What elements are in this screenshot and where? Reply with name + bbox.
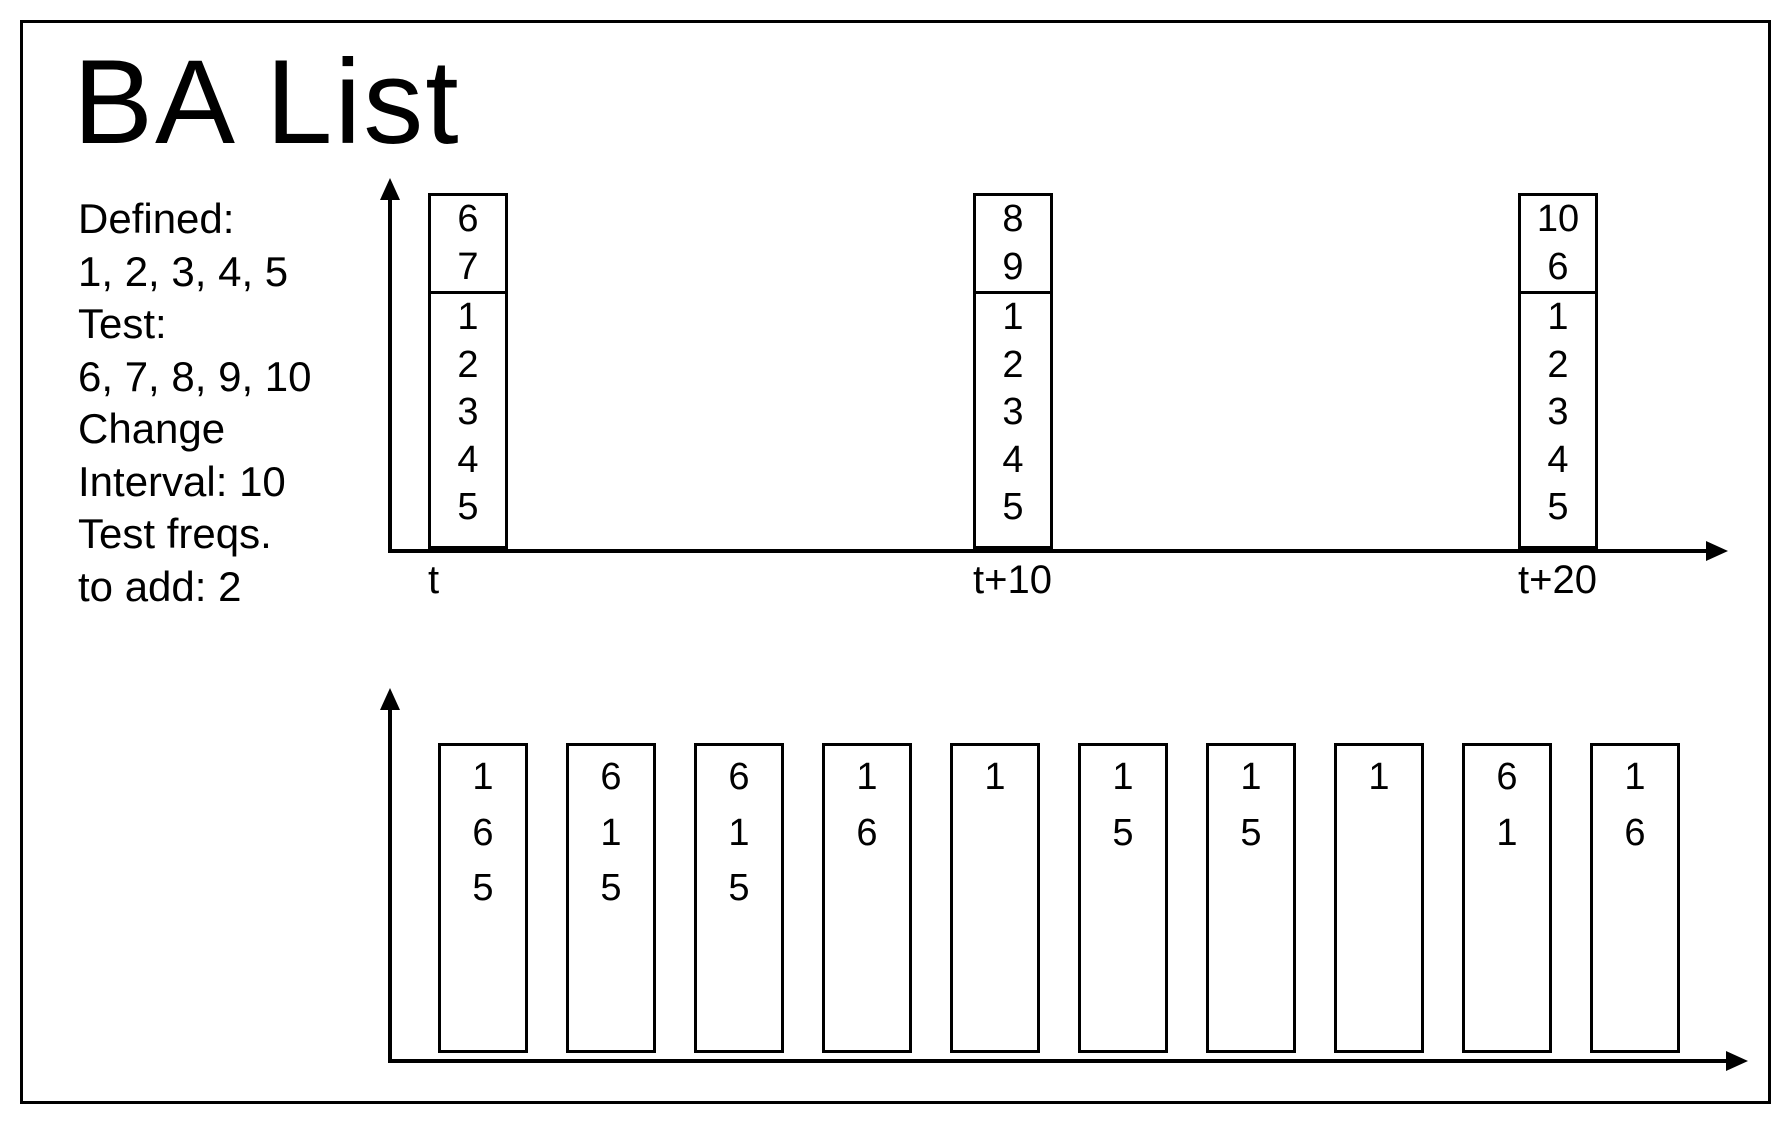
testfreqs-label: Test freqs. bbox=[78, 508, 312, 561]
top-y-arrow-icon bbox=[380, 178, 400, 200]
defined-values: 1, 2, 3, 4, 5 bbox=[78, 246, 312, 299]
bottom-column-6: 15 bbox=[1206, 743, 1296, 1053]
bottom-column-3-cell-0: 1 bbox=[825, 746, 909, 802]
top-column-0-bottom-cell-2: 3 bbox=[431, 389, 505, 437]
bottom-column-9-cell-0: 1 bbox=[1593, 746, 1677, 802]
top-column-2-bottom-cell-4: 5 bbox=[1521, 484, 1595, 532]
top-column-2-top-cell-0: 10 bbox=[1521, 196, 1595, 244]
top-column-1-bottom-cell-3: 4 bbox=[976, 437, 1050, 485]
sidebar-text: Defined: 1, 2, 3, 4, 5 Test: 6, 7, 8, 9,… bbox=[78, 193, 312, 613]
test-values: 6, 7, 8, 9, 10 bbox=[78, 351, 312, 404]
top-xlabel-1: t+10 bbox=[973, 558, 1052, 603]
top-column-0-bottom-cell-4: 5 bbox=[431, 484, 505, 532]
top-column-1-top-cell-1: 9 bbox=[976, 244, 1050, 292]
bottom-column-3-cell-1: 6 bbox=[825, 802, 909, 858]
top-column-1-bottom-cell-2: 3 bbox=[976, 389, 1050, 437]
bottom-chart: 165615615161151516116 bbox=[388, 683, 1738, 1083]
top-chart: 6712345891234510612345 t t+10 t+20 bbox=[388, 183, 1738, 593]
bottom-x-axis bbox=[388, 1059, 1728, 1063]
page-title: BA List bbox=[73, 33, 461, 171]
top-column-1-bottom-cell-0: 1 bbox=[976, 294, 1050, 342]
bottom-column-5-cell-0: 1 bbox=[1081, 746, 1165, 802]
bottom-column-0-cell-2: 5 bbox=[441, 857, 525, 913]
bottom-column-9: 16 bbox=[1590, 743, 1680, 1053]
bottom-column-8: 61 bbox=[1462, 743, 1552, 1053]
bottom-column-1: 615 bbox=[566, 743, 656, 1053]
bottom-column-4-cell-0: 1 bbox=[953, 746, 1037, 802]
top-column-0-top-cell-1: 7 bbox=[431, 244, 505, 292]
bottom-column-1-cell-1: 1 bbox=[569, 802, 653, 858]
top-column-2-bottom-cell-1: 2 bbox=[1521, 342, 1595, 390]
bottom-column-2: 615 bbox=[694, 743, 784, 1053]
bottom-column-2-cell-2: 5 bbox=[697, 857, 781, 913]
toadd-label: to add: 2 bbox=[78, 561, 312, 614]
top-x-axis bbox=[388, 549, 1708, 553]
top-column-0-bottom-cell-3: 4 bbox=[431, 437, 505, 485]
top-y-axis bbox=[388, 193, 392, 553]
bottom-column-6-cell-0: 1 bbox=[1209, 746, 1293, 802]
top-column-2-bottom-cell-2: 3 bbox=[1521, 389, 1595, 437]
top-xlabel-0: t bbox=[428, 558, 439, 603]
top-column-0-bottom-cell-1: 2 bbox=[431, 342, 505, 390]
bottom-column-6-cell-1: 5 bbox=[1209, 802, 1293, 858]
top-column-1-top-cell-0: 8 bbox=[976, 196, 1050, 244]
bottom-column-4: 1 bbox=[950, 743, 1040, 1053]
top-column-1: 8912345 bbox=[973, 193, 1053, 549]
bottom-column-7: 1 bbox=[1334, 743, 1424, 1053]
test-label: Test: bbox=[78, 298, 312, 351]
top-column-0: 6712345 bbox=[428, 193, 508, 549]
bottom-column-8-cell-1: 1 bbox=[1465, 802, 1549, 858]
bottom-x-arrow-icon bbox=[1726, 1051, 1748, 1071]
top-column-0-top-cell-0: 6 bbox=[431, 196, 505, 244]
top-column-1-bottom-cell-4: 5 bbox=[976, 484, 1050, 532]
bottom-column-0-cell-1: 6 bbox=[441, 802, 525, 858]
diagram-frame: BA List Defined: 1, 2, 3, 4, 5 Test: 6, … bbox=[20, 20, 1771, 1104]
top-column-1-bottom-cell-1: 2 bbox=[976, 342, 1050, 390]
top-xlabel-2: t+20 bbox=[1518, 558, 1597, 603]
bottom-column-2-cell-1: 1 bbox=[697, 802, 781, 858]
bottom-column-2-cell-0: 6 bbox=[697, 746, 781, 802]
bottom-column-9-cell-1: 6 bbox=[1593, 802, 1677, 858]
bottom-column-1-cell-2: 5 bbox=[569, 857, 653, 913]
bottom-column-5-cell-1: 5 bbox=[1081, 802, 1165, 858]
top-column-2-top-cell-1: 6 bbox=[1521, 244, 1595, 292]
change-label: Change bbox=[78, 403, 312, 456]
top-column-0-bottom-cell-0: 1 bbox=[431, 294, 505, 342]
interval-label: Interval: 10 bbox=[78, 456, 312, 509]
top-column-2-bottom-cell-3: 4 bbox=[1521, 437, 1595, 485]
defined-label: Defined: bbox=[78, 193, 312, 246]
bottom-column-0-cell-0: 1 bbox=[441, 746, 525, 802]
bottom-column-5: 15 bbox=[1078, 743, 1168, 1053]
bottom-column-7-cell-0: 1 bbox=[1337, 746, 1421, 802]
bottom-column-8-cell-0: 6 bbox=[1465, 746, 1549, 802]
top-column-2: 10612345 bbox=[1518, 193, 1598, 549]
top-column-2-bottom-cell-0: 1 bbox=[1521, 294, 1595, 342]
bottom-y-arrow-icon bbox=[380, 688, 400, 710]
bottom-column-3: 16 bbox=[822, 743, 912, 1053]
bottom-column-0: 165 bbox=[438, 743, 528, 1053]
bottom-y-axis bbox=[388, 703, 392, 1063]
top-x-arrow-icon bbox=[1706, 541, 1728, 561]
bottom-column-1-cell-0: 6 bbox=[569, 746, 653, 802]
